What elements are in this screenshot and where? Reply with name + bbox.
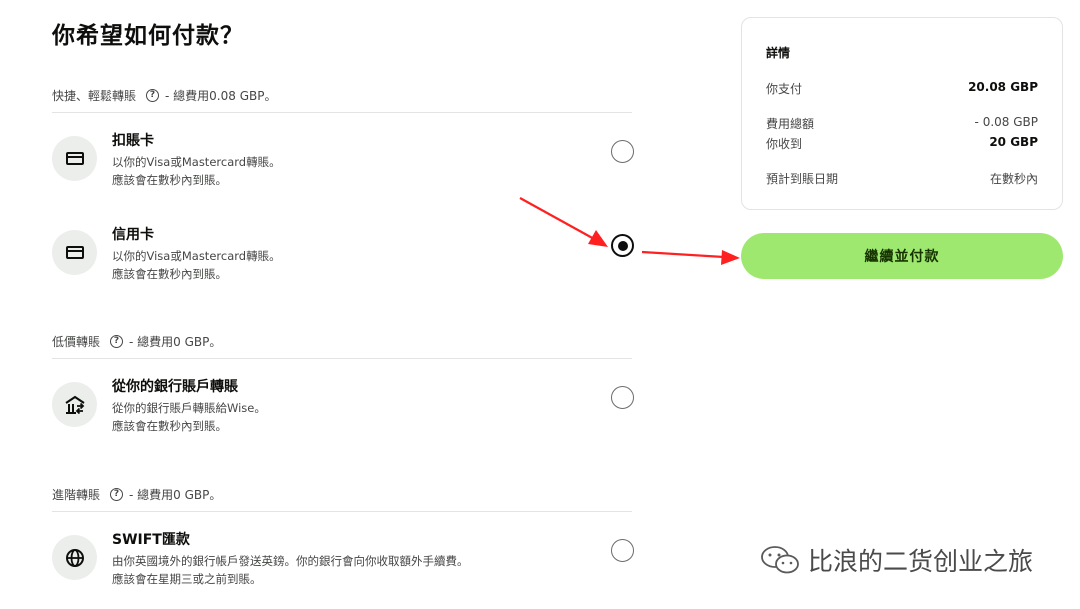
- row-fees: 費用總額 - 0.08 GBP: [766, 115, 1038, 133]
- row-you-pay: 你支付 20.08 GBP: [766, 80, 1038, 98]
- section-title: 進階轉賬: [52, 487, 101, 502]
- help-icon[interactable]: ?: [110, 334, 124, 348]
- section-fee: - 總費用0 GBP。: [129, 487, 222, 502]
- card-icon: [65, 246, 84, 259]
- section-header-low-cost: 低價轉賬 ? - 總費用0 GBP。: [52, 331, 632, 351]
- radio-credit-card[interactable]: [611, 234, 634, 257]
- section-header-fast: 快捷、輕鬆轉賬 ? - 總費用0.08 GBP。: [52, 85, 632, 105]
- details-title: 詳情: [766, 46, 791, 60]
- option-title: 信用卡: [112, 227, 154, 243]
- fees-value: - 0.08 GBP: [974, 115, 1038, 129]
- wechat-icon: [761, 546, 799, 574]
- arrival-value: 在數秒內: [989, 172, 1038, 186]
- option-description: 從你的銀行賬戶轉賬給Wise。: [112, 401, 266, 415]
- payment-option-bank-transfer[interactable]: 從你的銀行賬戶轉賬 從你的銀行賬戶轉賬給Wise。 應該會在數秒內到賬。: [52, 376, 634, 442]
- section-fee: - 總費用0.08 GBP。: [165, 88, 277, 103]
- icon-circle: [52, 136, 97, 181]
- option-title: SWIFT匯款: [112, 532, 190, 548]
- you-pay-label: 你支付: [766, 82, 803, 96]
- option-title: 從你的銀行賬戶轉賬: [112, 379, 238, 395]
- section-title: 快捷、輕鬆轉賬: [52, 88, 137, 103]
- icon-circle: [52, 382, 97, 427]
- help-icon[interactable]: ?: [110, 487, 124, 501]
- option-arrival: 應該會在數秒內到賬。: [112, 419, 227, 433]
- receive-label: 你收到: [766, 137, 803, 151]
- option-arrival: 應該會在數秒內到賬。: [112, 267, 227, 281]
- watermark-text: 比浪的二货创业之旅: [808, 547, 1034, 576]
- arrival-label: 預計到賬日期: [766, 172, 839, 186]
- card-icon: [65, 152, 84, 165]
- payment-option-debit-card[interactable]: 扣賬卡 以你的Visa或Mastercard轉賬。 應該會在數秒內到賬。: [52, 130, 634, 196]
- section-header-advanced: 進階轉賬 ? - 總費用0 GBP。: [52, 484, 632, 504]
- section-fee: - 總費用0 GBP。: [129, 334, 222, 349]
- continue-and-pay-button[interactable]: 繼續並付款: [741, 233, 1063, 279]
- watermark: 比浪的二货创业之旅: [760, 542, 1033, 578]
- row-arrival: 預計到賬日期 在數秒內: [766, 170, 1038, 188]
- option-description: 以你的Visa或Mastercard轉賬。: [112, 249, 281, 263]
- icon-circle: [52, 230, 97, 275]
- option-title: 扣賬卡: [112, 133, 154, 149]
- radio-bank-transfer[interactable]: [611, 386, 634, 409]
- fees-label: 費用總額: [766, 117, 815, 131]
- radio-swift[interactable]: [611, 539, 634, 562]
- row-receive: 你收到 20 GBP: [766, 135, 1038, 153]
- section-title: 低價轉賬: [52, 334, 101, 349]
- option-arrival: 應該會在數秒內到賬。: [112, 173, 227, 187]
- radio-debit-card[interactable]: [611, 140, 634, 163]
- divider: [52, 358, 632, 359]
- arrow-to-continue-icon: [641, 250, 740, 265]
- divider: [52, 511, 632, 512]
- details-panel: 詳情 你支付 20.08 GBP 費用總額 - 0.08 GBP 你收到 20 …: [741, 17, 1063, 210]
- option-description: 以你的Visa或Mastercard轉賬。: [112, 155, 281, 169]
- help-icon[interactable]: ?: [146, 88, 160, 102]
- you-pay-value: 20.08 GBP: [968, 80, 1038, 94]
- icon-circle: [52, 535, 97, 580]
- receive-value: 20 GBP: [989, 135, 1038, 149]
- globe-icon: [65, 548, 84, 567]
- payment-option-swift[interactable]: SWIFT匯款 由你英國境外的銀行帳戶發送英鎊。你的銀行會向你收取額外手續費。 …: [52, 529, 634, 595]
- option-description: 由你英國境外的銀行帳戶發送英鎊。你的銀行會向你收取額外手續費。: [112, 554, 469, 568]
- divider: [52, 112, 632, 113]
- bank-icon: [64, 395, 85, 414]
- page-title: 你希望如何付款？: [52, 23, 244, 49]
- payment-option-credit-card[interactable]: 信用卡 以你的Visa或Mastercard轉賬。 應該會在數秒內到賬。: [52, 224, 634, 290]
- option-arrival: 應該會在星期三或之前到賬。: [112, 572, 262, 586]
